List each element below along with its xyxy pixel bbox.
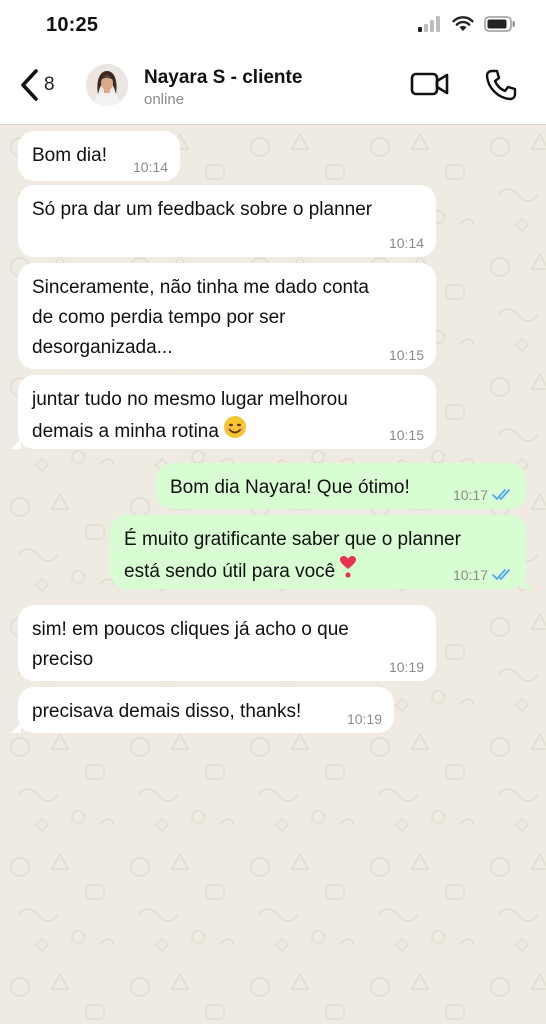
avatar-photo: [86, 64, 128, 106]
message-text-line: Sinceramente, não tinha me dado conta: [32, 277, 369, 298]
bubble-tail: [11, 439, 21, 449]
message-incoming[interactable]: Bom dia! 10:14: [18, 131, 180, 181]
message-outgoing[interactable]: Bom dia Nayara! Que ótimo! 10:17: [156, 463, 526, 509]
wifi-icon: [452, 16, 474, 31]
message-incoming[interactable]: precisava demais disso, thanks! 10:19: [11, 687, 394, 733]
message-time: 10:17: [452, 567, 488, 583]
back-button[interactable]: 8: [18, 68, 55, 102]
message-text-line: É muito gratificante saber que o planner: [124, 529, 461, 550]
status-time: 10:25: [46, 14, 99, 36]
message-incoming[interactable]: Só pra dar um feedback sobre o planner 1…: [18, 185, 436, 257]
battery-icon: [484, 16, 515, 32]
message-meta: 10:14: [133, 159, 168, 175]
message-time: 10:19: [346, 711, 382, 727]
avatar[interactable]: [86, 64, 128, 106]
contact-status: online: [144, 91, 185, 108]
chat-area[interactable]: Bom dia! 10:14 Só pra dar um feedback so…: [0, 125, 546, 1024]
signal-icon: [418, 16, 440, 32]
message-text: está sendo útil para você: [124, 561, 336, 583]
message-time: 10:17: [452, 487, 488, 503]
message-text-line-with-emoji: demais a minha rotina: [32, 415, 422, 449]
phone-icon: [485, 69, 517, 101]
message-meta: 10:15: [389, 347, 424, 363]
message-text-line: juntar tudo no mesmo lugar melhorou: [32, 389, 348, 410]
message-incoming[interactable]: Sinceramente, não tinha me dado conta de…: [18, 263, 436, 369]
message-text: Bom dia Nayara! Que ótimo!: [170, 477, 410, 498]
chevron-left-icon: [21, 69, 38, 101]
message-text-line: sim! em poucos cliques já acho o que: [32, 619, 349, 640]
video-call-button[interactable]: [410, 70, 450, 103]
message-time: 10:19: [388, 659, 424, 675]
message-time: 10:14: [388, 235, 424, 251]
message-text: Bom dia!: [32, 145, 107, 166]
heart-exclamation-emoji: [339, 555, 357, 589]
message-meta: 10:17: [453, 567, 514, 583]
message-text: Só pra dar um feedback sobre o planner: [32, 199, 373, 220]
message-meta: 10:19: [347, 711, 382, 727]
status-bar: 10:25: [0, 0, 546, 52]
message-time: 10:15: [388, 347, 424, 363]
message-meta: 10:14: [389, 235, 424, 251]
bubble-tail: [523, 579, 533, 589]
message-time: 10:15: [388, 427, 424, 443]
message-text-line: preciso: [32, 649, 94, 670]
contact-name[interactable]: Nayara S - cliente: [144, 67, 302, 89]
message-text-line: desorganizada...: [32, 337, 173, 358]
voice-call-button[interactable]: [484, 68, 518, 107]
message-meta: 10:19: [389, 659, 424, 675]
status-icons: [418, 16, 516, 32]
unread-count: 8: [44, 74, 55, 95]
smiling-face-emoji: [223, 415, 247, 449]
message-meta: 10:15: [389, 427, 424, 443]
message-outgoing[interactable]: É muito gratificante saber que o planner…: [110, 515, 533, 589]
message-text-line: de como perdia tempo por ser: [32, 307, 286, 328]
message-text: precisava demais disso, thanks!: [32, 701, 302, 722]
message-time: 10:14: [132, 159, 168, 175]
double-check-read-icon: [492, 489, 510, 500]
video-camera-icon: [410, 72, 449, 96]
message-incoming[interactable]: sim! em poucos cliques já acho o que pre…: [18, 605, 436, 681]
bubble-tail: [11, 723, 21, 733]
double-check-read-icon: [492, 569, 510, 580]
message-incoming[interactable]: juntar tudo no mesmo lugar melhorou dema…: [11, 375, 436, 449]
message-meta: 10:17: [453, 487, 514, 503]
message-text: demais a minha rotina: [32, 421, 219, 443]
chat-header: 8 Nayara S - cliente online: [0, 52, 546, 125]
